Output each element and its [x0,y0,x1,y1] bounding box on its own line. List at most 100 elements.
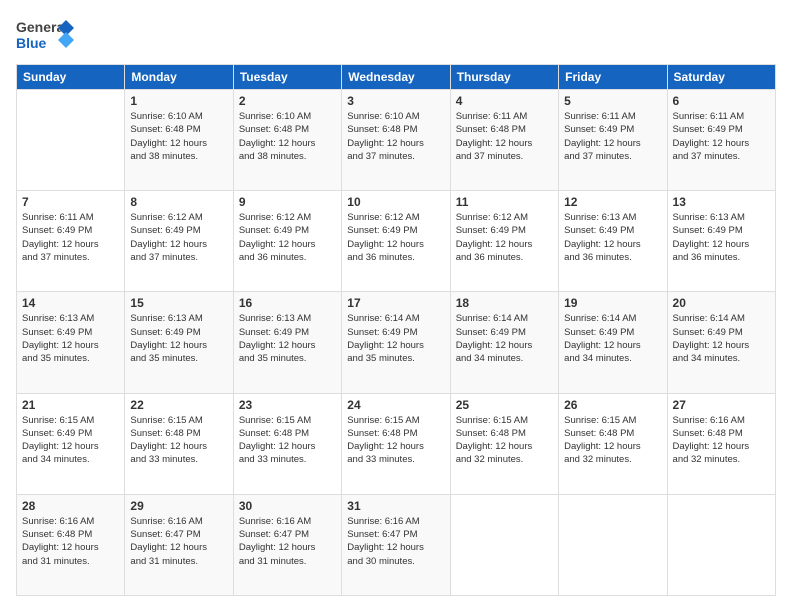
calendar-week-2: 7 Sunrise: 6:11 AM Sunset: 6:49 PM Daylig… [17,191,776,292]
cell-info: Sunrise: 6:10 AM Sunset: 6:48 PM Dayligh… [239,110,336,163]
cell-info: Sunrise: 6:15 AM Sunset: 6:48 PM Dayligh… [130,414,227,467]
calendar-cell: 9 Sunrise: 6:12 AM Sunset: 6:49 PM Daylig… [233,191,341,292]
calendar-cell: 7 Sunrise: 6:11 AM Sunset: 6:49 PM Daylig… [17,191,125,292]
day-number: 4 [456,94,553,108]
day-number: 11 [456,195,553,209]
cell-info: Sunrise: 6:13 AM Sunset: 6:49 PM Dayligh… [239,312,336,365]
day-number: 16 [239,296,336,310]
day-number: 5 [564,94,661,108]
cell-info: Sunrise: 6:14 AM Sunset: 6:49 PM Dayligh… [347,312,444,365]
cell-info: Sunrise: 6:16 AM Sunset: 6:48 PM Dayligh… [673,414,770,467]
calendar-cell [559,494,667,595]
cell-info: Sunrise: 6:15 AM Sunset: 6:49 PM Dayligh… [22,414,119,467]
calendar-cell: 25 Sunrise: 6:15 AM Sunset: 6:48 PM Dayli… [450,393,558,494]
cell-info: Sunrise: 6:16 AM Sunset: 6:47 PM Dayligh… [347,515,444,568]
calendar-cell: 15Sunrise: 6:13 AM Sunset: 6:49 PM Dayli… [125,292,233,393]
cell-info: Sunrise: 6:12 AM Sunset: 6:49 PM Dayligh… [130,211,227,264]
calendar-cell [17,90,125,191]
calendar-cell: 18 Sunrise: 6:14 AM Sunset: 6:49 PM Dayli… [450,292,558,393]
calendar-header-friday: Friday [559,65,667,90]
cell-info: Sunrise: 6:13 AM Sunset: 6:49 PM Dayligh… [22,312,119,365]
calendar-cell: 14Sunrise: 6:13 AM Sunset: 6:49 PM Dayli… [17,292,125,393]
calendar-cell: 27 Sunrise: 6:16 AM Sunset: 6:48 PM Dayli… [667,393,775,494]
cell-info: Sunrise: 6:16 AM Sunset: 6:48 PM Dayligh… [22,515,119,568]
day-number: 15 [130,296,227,310]
calendar-header-tuesday: Tuesday [233,65,341,90]
calendar-cell: 13 Sunrise: 6:13 AM Sunset: 6:49 PM Dayli… [667,191,775,292]
calendar-header-monday: Monday [125,65,233,90]
day-number: 20 [673,296,770,310]
cell-info: Sunrise: 6:12 AM Sunset: 6:49 PM Dayligh… [347,211,444,264]
calendar-cell: 12 Sunrise: 6:13 AM Sunset: 6:49 PM Dayli… [559,191,667,292]
general-blue-logo: GeneralBlue [16,16,76,56]
cell-info: Sunrise: 6:16 AM Sunset: 6:47 PM Dayligh… [130,515,227,568]
day-number: 26 [564,398,661,412]
cell-info: Sunrise: 6:11 AM Sunset: 6:49 PM Dayligh… [564,110,661,163]
svg-text:Blue: Blue [16,35,47,51]
day-number: 10 [347,195,444,209]
day-number: 7 [22,195,119,209]
calendar-cell: 6Sunrise: 6:11 AM Sunset: 6:49 PM Daylig… [667,90,775,191]
cell-info: Sunrise: 6:13 AM Sunset: 6:49 PM Dayligh… [564,211,661,264]
calendar-week-5: 28 Sunrise: 6:16 AM Sunset: 6:48 PM Dayli… [17,494,776,595]
calendar-header-sunday: Sunday [17,65,125,90]
cell-info: Sunrise: 6:15 AM Sunset: 6:48 PM Dayligh… [564,414,661,467]
calendar-cell: 2 Sunrise: 6:10 AM Sunset: 6:48 PM Daylig… [233,90,341,191]
calendar-cell [450,494,558,595]
calendar-cell: 31 Sunrise: 6:16 AM Sunset: 6:47 PM Dayli… [342,494,450,595]
cell-info: Sunrise: 6:11 AM Sunset: 6:49 PM Dayligh… [22,211,119,264]
calendar-cell: 3Sunrise: 6:10 AM Sunset: 6:48 PM Daylig… [342,90,450,191]
day-number: 2 [239,94,336,108]
calendar-cell: 22Sunrise: 6:15 AM Sunset: 6:48 PM Dayli… [125,393,233,494]
cell-info: Sunrise: 6:15 AM Sunset: 6:48 PM Dayligh… [239,414,336,467]
calendar-cell: 5 Sunrise: 6:11 AM Sunset: 6:49 PM Daylig… [559,90,667,191]
calendar-cell: 20 Sunrise: 6:14 AM Sunset: 6:49 PM Dayli… [667,292,775,393]
day-number: 31 [347,499,444,513]
header: GeneralBlue [16,16,776,56]
calendar-cell: 1 Sunrise: 6:10 AM Sunset: 6:48 PM Daylig… [125,90,233,191]
cell-info: Sunrise: 6:12 AM Sunset: 6:49 PM Dayligh… [456,211,553,264]
calendar-cell: 4 Sunrise: 6:11 AM Sunset: 6:48 PM Daylig… [450,90,558,191]
day-number: 1 [130,94,227,108]
day-number: 28 [22,499,119,513]
calendar-cell: 29Sunrise: 6:16 AM Sunset: 6:47 PM Dayli… [125,494,233,595]
calendar-cell: 30 Sunrise: 6:16 AM Sunset: 6:47 PM Dayli… [233,494,341,595]
day-number: 3 [347,94,444,108]
day-number: 18 [456,296,553,310]
calendar-cell: 11 Sunrise: 6:12 AM Sunset: 6:49 PM Dayli… [450,191,558,292]
calendar-cell: 23 Sunrise: 6:15 AM Sunset: 6:48 PM Dayli… [233,393,341,494]
day-number: 12 [564,195,661,209]
calendar-header-wednesday: Wednesday [342,65,450,90]
calendar-cell [667,494,775,595]
day-number: 9 [239,195,336,209]
calendar-cell: 24Sunrise: 6:15 AM Sunset: 6:48 PM Dayli… [342,393,450,494]
logo: GeneralBlue [16,16,76,56]
cell-info: Sunrise: 6:11 AM Sunset: 6:48 PM Dayligh… [456,110,553,163]
page: GeneralBlue SundayMondayTuesdayWednesday… [0,0,792,612]
day-number: 25 [456,398,553,412]
calendar-cell: 10 Sunrise: 6:12 AM Sunset: 6:49 PM Dayli… [342,191,450,292]
cell-info: Sunrise: 6:14 AM Sunset: 6:49 PM Dayligh… [456,312,553,365]
day-number: 27 [673,398,770,412]
day-number: 30 [239,499,336,513]
cell-info: Sunrise: 6:15 AM Sunset: 6:48 PM Dayligh… [456,414,553,467]
cell-info: Sunrise: 6:13 AM Sunset: 6:49 PM Dayligh… [673,211,770,264]
calendar-header-thursday: Thursday [450,65,558,90]
cell-info: Sunrise: 6:14 AM Sunset: 6:49 PM Dayligh… [564,312,661,365]
calendar-cell: 19Sunrise: 6:14 AM Sunset: 6:49 PM Dayli… [559,292,667,393]
cell-info: Sunrise: 6:14 AM Sunset: 6:49 PM Dayligh… [673,312,770,365]
calendar-table: SundayMondayTuesdayWednesdayThursdayFrid… [16,64,776,596]
day-number: 21 [22,398,119,412]
cell-info: Sunrise: 6:10 AM Sunset: 6:48 PM Dayligh… [130,110,227,163]
calendar-cell: 28 Sunrise: 6:16 AM Sunset: 6:48 PM Dayli… [17,494,125,595]
cell-info: Sunrise: 6:12 AM Sunset: 6:49 PM Dayligh… [239,211,336,264]
day-number: 8 [130,195,227,209]
day-number: 13 [673,195,770,209]
cell-info: Sunrise: 6:11 AM Sunset: 6:49 PM Dayligh… [673,110,770,163]
day-number: 23 [239,398,336,412]
calendar-week-1: 1 Sunrise: 6:10 AM Sunset: 6:48 PM Daylig… [17,90,776,191]
cell-info: Sunrise: 6:15 AM Sunset: 6:48 PM Dayligh… [347,414,444,467]
calendar-cell: 17Sunrise: 6:14 AM Sunset: 6:49 PM Dayli… [342,292,450,393]
cell-info: Sunrise: 6:16 AM Sunset: 6:47 PM Dayligh… [239,515,336,568]
calendar-week-3: 14Sunrise: 6:13 AM Sunset: 6:49 PM Dayli… [17,292,776,393]
